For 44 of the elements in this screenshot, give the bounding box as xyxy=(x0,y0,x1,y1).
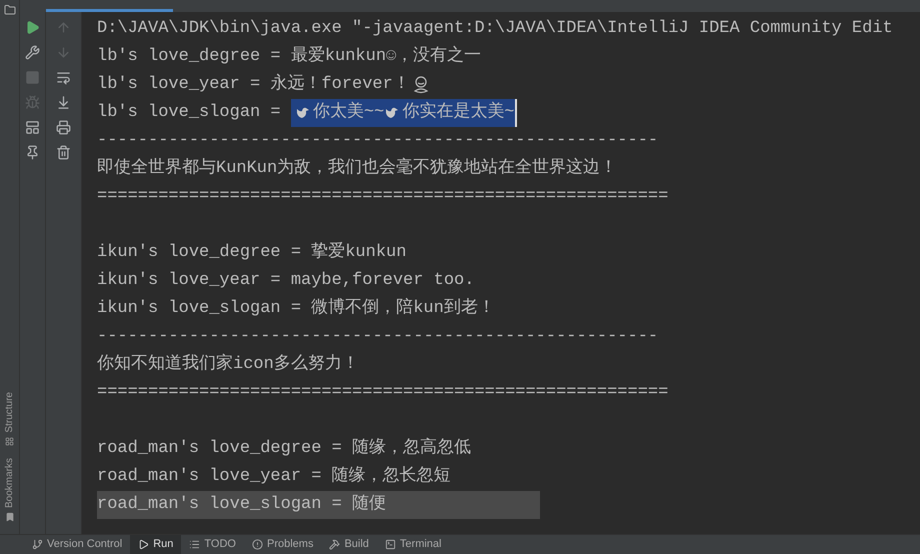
tab-icon xyxy=(329,539,340,550)
tab-icon xyxy=(189,539,200,550)
selected-text: 你太美~~ 你实在是太美~ xyxy=(290,99,518,127)
console-line: lb's love_slogan = xyxy=(97,102,282,124)
tool-window-tab[interactable]: Version Control xyxy=(24,535,130,554)
console-line: road_man's love_degree = 随缘，忽高忽低 xyxy=(97,436,472,460)
bird-icon xyxy=(294,106,311,120)
wrench-icon[interactable] xyxy=(25,45,40,60)
bookmark-icon xyxy=(4,512,14,522)
console-line: ------------------------------------------------------- xyxy=(97,326,658,348)
tool-window-tab[interactable]: Build xyxy=(321,535,377,554)
console-line: ikun's love_slogan = 微博不倒，陪kun到老！ xyxy=(97,296,495,320)
side-tab[interactable]: Bookmarks xyxy=(2,458,17,508)
console-line: ikun's love_year = maybe,forever too. xyxy=(97,270,474,292)
tab-icon xyxy=(32,539,43,550)
tool-window-tab[interactable]: Run xyxy=(130,535,182,554)
trash-icon[interactable] xyxy=(56,145,71,160)
console-line: ikun's love_degree = 挚爱kunkun xyxy=(97,241,406,264)
tab-icon xyxy=(252,539,263,550)
console-line: D:\JAVA\JDK\bin\java.exe "-javaagent:D:\JAVA\IDEA\IntelliJ IDEA Community Edit xyxy=(97,18,893,40)
console-line: ======================================================== xyxy=(97,186,668,208)
structure-icon xyxy=(5,436,14,446)
print-icon[interactable] xyxy=(56,120,71,135)
tool-window-tab[interactable]: TODO xyxy=(181,535,244,554)
tool-window-tab[interactable]: Problems xyxy=(244,535,322,554)
scroll-end-icon[interactable] xyxy=(56,95,71,110)
layout-icon[interactable] xyxy=(25,120,40,135)
bird-icon xyxy=(384,106,400,120)
side-tab[interactable]: Structure xyxy=(2,392,17,433)
console-line: road_man's love_slogan = 随便 xyxy=(97,494,386,516)
console-line: ======================================================== xyxy=(97,382,668,404)
tool-window-tab[interactable]: Terminal xyxy=(376,535,450,554)
run-icon[interactable] xyxy=(25,20,40,35)
console-line: 即使全世界都与KunKun为敌，我们也会毫不犹豫地站在全世界这边！ xyxy=(97,156,618,180)
pin-icon[interactable] xyxy=(25,145,40,160)
tab-icon xyxy=(384,539,396,550)
console-line: lb's love_year = 永远！forever！ xyxy=(97,72,410,96)
wrap-icon[interactable] xyxy=(56,70,71,85)
console-line: 你知不知道我们家icon多么努力！ xyxy=(97,352,359,376)
console-line: lb's love_degree = 最爱kunkun☺，没有之一 xyxy=(97,44,482,68)
folder-icon[interactable] xyxy=(4,4,16,16)
console-line: road_man's love_year = 随缘，忽长忽短 xyxy=(97,465,451,488)
console-line: ------------------------------------------------------- xyxy=(97,130,658,152)
tab-icon xyxy=(138,539,150,550)
